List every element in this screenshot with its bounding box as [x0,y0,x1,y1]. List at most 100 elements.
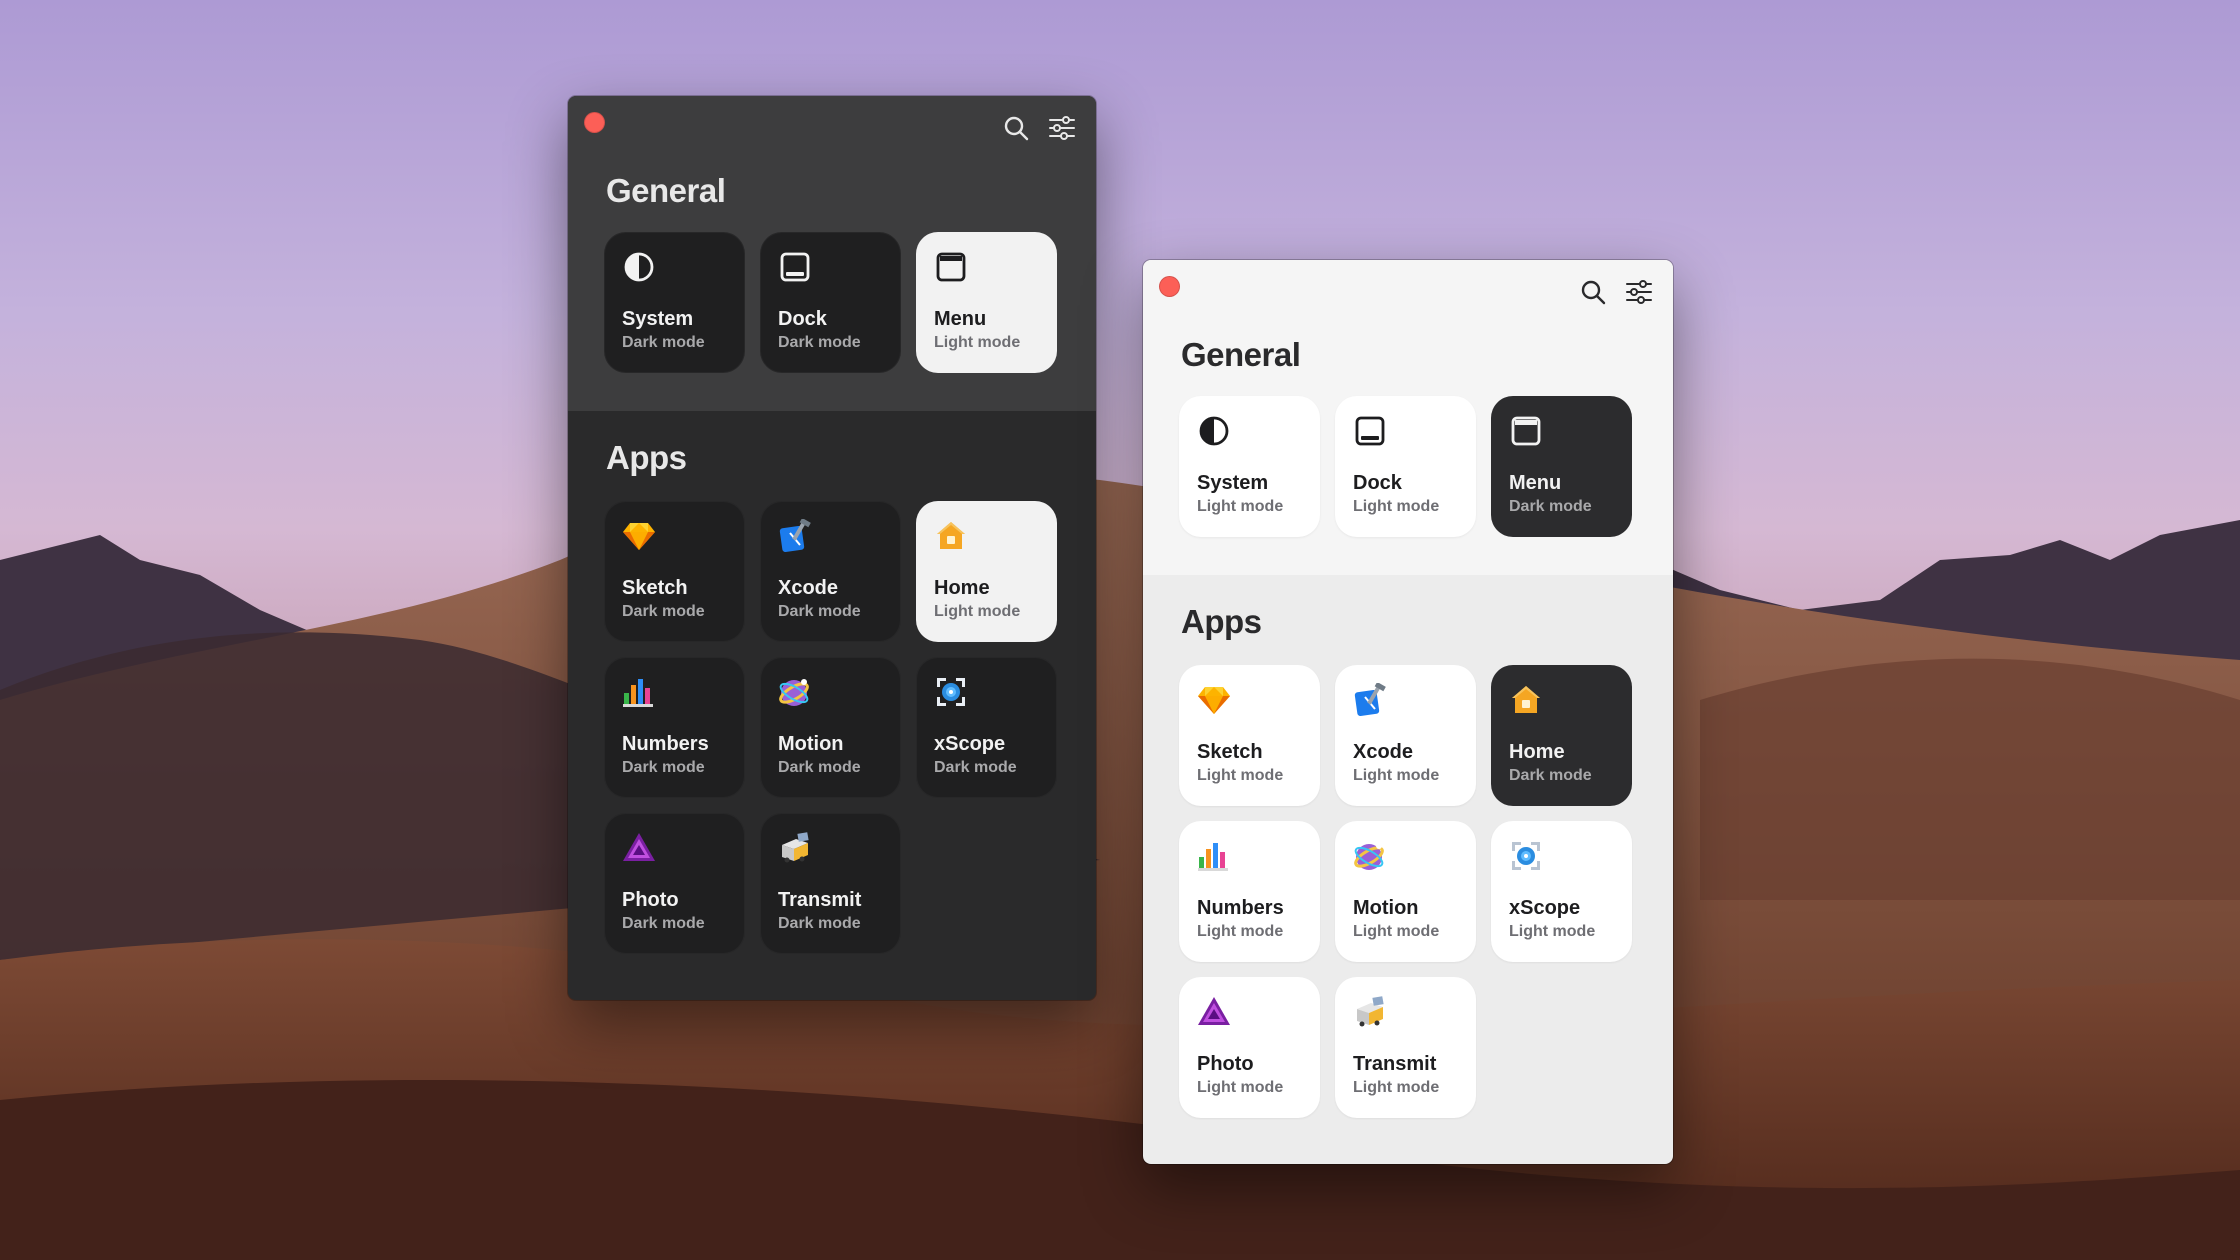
tile-mode: Light mode [934,334,1021,351]
tile-home[interactable]: Home Light mode [916,501,1057,642]
sketch-icon [623,523,655,550]
tile-mode: Light mode [934,603,1021,620]
general-section: General System Light mode Dock Light mod… [1143,260,1673,575]
general-grid: System Dark mode Dock Dark mode Menu Lig… [604,232,1057,373]
transmit-icon [1357,996,1384,1027]
tile-transmit[interactable]: Transmit Light mode [1335,977,1476,1118]
tile-name: xScope [1509,897,1581,919]
tile-xscope[interactable]: xScope Dark mode [916,657,1057,798]
tile-mode: Light mode [1353,767,1440,784]
numbers-icon [1198,843,1228,871]
tile-numbers[interactable]: Numbers Dark mode [604,657,745,798]
tile-mode: Dark mode [778,603,861,620]
menu-bar-icon [936,252,966,282]
tile-xscope[interactable]: xScope Light mode [1491,821,1632,962]
tile-photo[interactable]: Photo Light mode [1179,977,1320,1118]
motion-icon [1354,843,1384,870]
general-section: General System Dark mode Dock Dark mode … [568,96,1096,411]
tile-mode: Dark mode [622,759,705,776]
tile-name: Dock [1353,472,1402,494]
tile-name: Transmit [1353,1053,1437,1075]
affinity-photo-icon [623,833,655,861]
tile-mode: Dark mode [622,603,705,620]
general-grid: System Light mode Dock Light mode Menu D… [1179,396,1632,537]
tile-mode: Light mode [1197,1079,1284,1096]
tile-menu[interactable]: Menu Dark mode [1491,396,1632,537]
tile-mode: Light mode [1353,1079,1440,1096]
tile-dock[interactable]: Dock Dark mode [760,232,901,373]
tile-name: Sketch [1197,741,1263,763]
tile-name: Transmit [778,889,862,911]
settings-sliders-icon[interactable] [1625,278,1653,306]
tile-name: Numbers [622,733,709,755]
tile-mode: Light mode [1197,923,1284,940]
xcode-icon [779,519,811,553]
tile-name: Dock [778,308,827,330]
apps-heading: Apps [606,439,687,476]
tile-system[interactable]: System Light mode [1179,396,1320,537]
close-button[interactable] [584,112,605,133]
tile-mode: Dark mode [622,334,705,351]
menu-bar-icon [1511,416,1541,446]
tile-mode: Dark mode [1509,498,1592,515]
xscope-icon [937,678,965,706]
tile-mode: Light mode [1509,923,1596,940]
toolbar [1002,114,1076,142]
tile-motion[interactable]: Motion Dark mode [760,657,901,798]
search-icon[interactable] [1002,114,1030,142]
home-icon [937,522,965,549]
tile-mode: Dark mode [622,915,705,932]
light-theme-window: General System Light mode Dock Light mod… [1143,260,1673,1164]
search-icon[interactable] [1579,278,1607,306]
motion-icon [779,679,809,706]
tile-name: Menu [1509,472,1562,494]
sketch-icon [1198,687,1230,714]
desert-wallpaper [0,0,2240,1260]
dark-theme-window: General System Dark mode Dock Dark mode … [568,96,1096,1000]
transmit-icon [782,832,809,863]
xscope-icon [1512,842,1540,870]
tile-name: Xcode [1353,741,1414,763]
tile-name: Menu [934,308,987,330]
tile-name: System [622,308,694,330]
tile-name: xScope [934,733,1006,755]
tile-motion[interactable]: Motion Light mode [1335,821,1476,962]
tile-name: Home [1509,741,1565,763]
tile-mode: Dark mode [778,759,861,776]
tile-transmit[interactable]: Transmit Dark mode [760,813,901,954]
tile-name: Home [934,577,990,599]
apps-grid: Sketch Dark mode Xcode Dark mode Home Li… [604,501,1057,954]
home-icon [1512,686,1540,713]
toolbar [1579,278,1653,306]
settings-sliders-icon[interactable] [1048,114,1076,142]
tile-mode: Light mode [1353,498,1440,515]
general-heading: General [1181,336,1301,373]
tile-name: Motion [778,733,844,755]
tile-name: Numbers [1197,897,1284,919]
dock-icon [780,252,810,282]
tile-system[interactable]: System Dark mode [604,232,745,373]
half-circle-icon [1199,416,1229,446]
dock-icon [1355,416,1385,446]
tile-sketch[interactable]: Sketch Light mode [1179,665,1320,806]
tile-xcode[interactable]: Xcode Light mode [1335,665,1476,806]
tile-home[interactable]: Home Dark mode [1491,665,1632,806]
tile-mode: Dark mode [1509,767,1592,784]
tile-numbers[interactable]: Numbers Light mode [1179,821,1320,962]
tile-mode: Dark mode [934,759,1017,776]
tile-sketch[interactable]: Sketch Dark mode [604,501,745,642]
tile-name: System [1197,472,1269,494]
apps-grid: Sketch Light mode Xcode Light mode Home … [1179,665,1632,1118]
numbers-icon [623,679,653,707]
apps-heading: Apps [1181,603,1262,640]
tile-menu[interactable]: Menu Light mode [916,232,1057,373]
tile-photo[interactable]: Photo Dark mode [604,813,745,954]
tile-dock[interactable]: Dock Light mode [1335,396,1476,537]
tile-mode: Dark mode [778,915,861,932]
close-button[interactable] [1159,276,1180,297]
tile-mode: Dark mode [778,334,861,351]
tile-name: Sketch [622,577,688,599]
tile-xcode[interactable]: Xcode Dark mode [760,501,901,642]
tile-name: Photo [1197,1053,1254,1075]
tile-mode: Light mode [1197,767,1284,784]
